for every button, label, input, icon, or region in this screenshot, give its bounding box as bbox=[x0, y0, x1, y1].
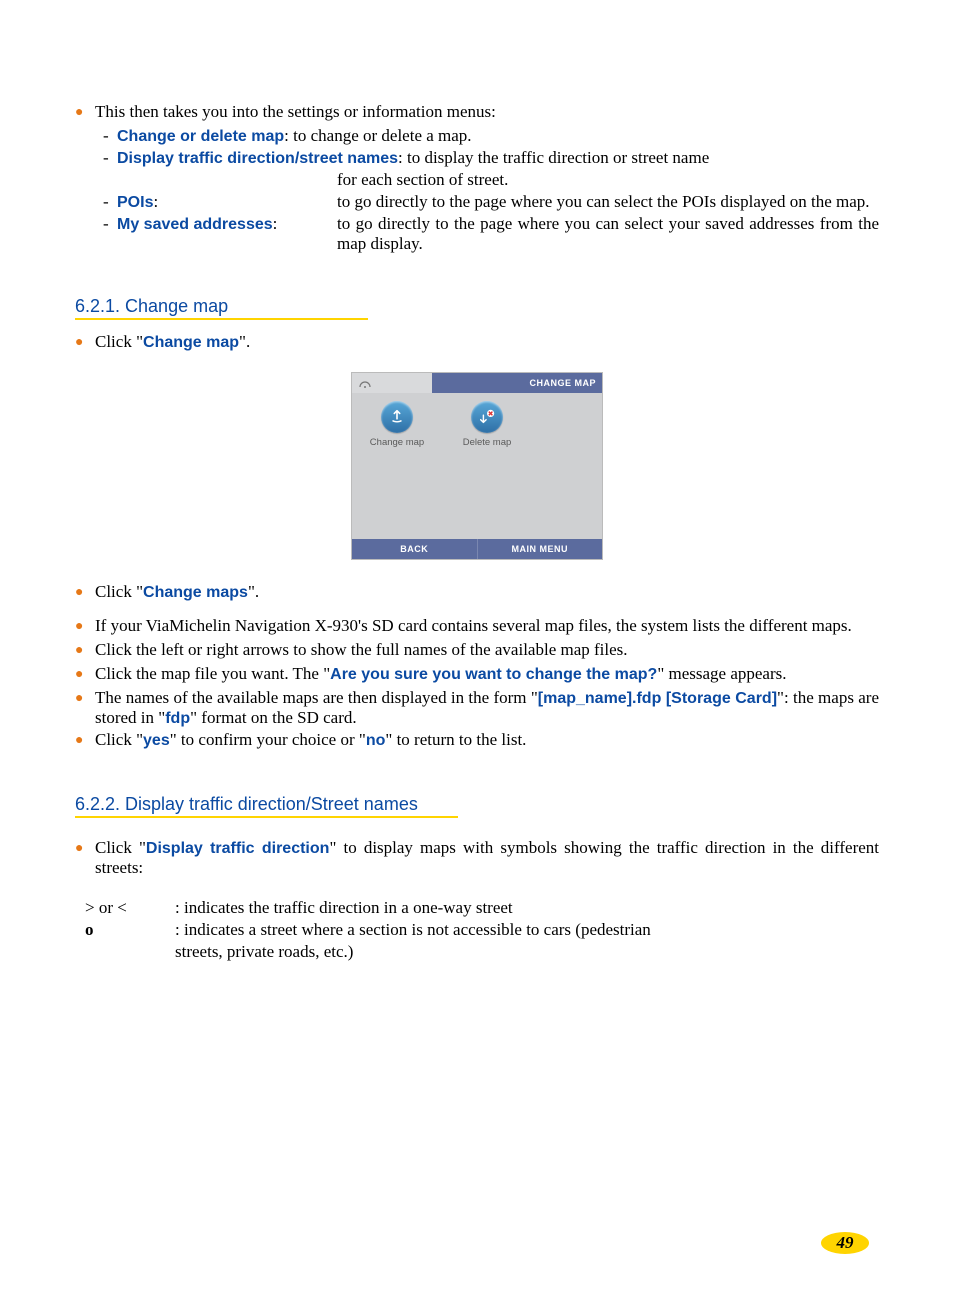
ui-label: Change maps bbox=[143, 584, 248, 601]
heading-621: 6.2.1. Change map bbox=[75, 296, 368, 320]
dash-icon: - bbox=[103, 192, 117, 212]
step: ● Click the map file you want. The "Are … bbox=[75, 664, 879, 686]
symbol-def-cont: streets, private roads, etc.) bbox=[85, 942, 879, 962]
menu-desc: to go directly to the page where you can… bbox=[337, 192, 879, 212]
step: ● Click "Change maps". bbox=[75, 582, 879, 604]
menu-item: - POIs: to go directly to the page where… bbox=[103, 192, 879, 212]
step: ● The names of the available maps are th… bbox=[75, 688, 879, 728]
step-text: Click the left or right arrows to show t… bbox=[95, 640, 879, 662]
screen-titlebar: CHANGE MAP bbox=[352, 373, 602, 393]
delete-map-icon bbox=[471, 401, 503, 433]
menu-term: Display traffic direction/street names bbox=[117, 150, 398, 167]
page-number: 49 bbox=[821, 1232, 869, 1254]
step: ● Click "Display traffic direction" to d… bbox=[75, 838, 879, 878]
symbol: o bbox=[85, 920, 175, 940]
step: ● If your ViaMichelin Navigation X-930's… bbox=[75, 616, 879, 638]
screen-footer: BACK MAIN MENU bbox=[352, 539, 602, 559]
menu-desc: to go directly to the page where you can… bbox=[337, 214, 879, 254]
symbol-desc: : indicates a street where a section is … bbox=[175, 920, 879, 940]
ui-label: no bbox=[366, 732, 386, 749]
ui-label: yes bbox=[143, 732, 170, 749]
button-label: Change map bbox=[362, 437, 432, 448]
delete-map-button[interactable]: Delete map bbox=[452, 401, 522, 448]
ui-label: Change map bbox=[143, 334, 239, 351]
step-text: If your ViaMichelin Navigation X-930's S… bbox=[95, 616, 879, 638]
bullet-icon: ● bbox=[75, 688, 95, 728]
menu-desc: to display the traffic direction or stre… bbox=[407, 148, 709, 167]
file-ext: fdp bbox=[165, 710, 190, 727]
menu-definitions: - Change or delete map: to change or del… bbox=[103, 126, 879, 254]
back-button[interactable]: BACK bbox=[352, 539, 478, 559]
menu-item: - Display traffic direction/street names… bbox=[103, 148, 879, 168]
ui-message: Are you sure you want to change the map? bbox=[330, 666, 657, 683]
change-map-screen: CHANGE MAP Change map Delete map BACK bbox=[351, 372, 603, 560]
dash-icon: - bbox=[103, 148, 117, 168]
menu-term: Change or delete map bbox=[117, 128, 284, 145]
intro-bullet: ● This then takes you into the settings … bbox=[75, 102, 879, 124]
main-menu-button[interactable]: MAIN MENU bbox=[478, 539, 603, 559]
status-icon bbox=[352, 373, 432, 393]
embedded-screenshot: CHANGE MAP Change map Delete map BACK bbox=[75, 372, 879, 560]
dash-icon: - bbox=[103, 214, 117, 254]
button-label: Delete map bbox=[452, 437, 522, 448]
bullet-icon: ● bbox=[75, 102, 95, 124]
ui-label: Display traffic direction bbox=[146, 840, 330, 857]
change-map-icon bbox=[381, 401, 413, 433]
change-map-button[interactable]: Change map bbox=[362, 401, 432, 448]
menu-item-cont: for each section of street. bbox=[103, 170, 879, 190]
step: ● Click "Change map". bbox=[75, 332, 879, 354]
step: ● Click the left or right arrows to show… bbox=[75, 640, 879, 662]
menu-desc: to change or delete a map. bbox=[293, 126, 471, 145]
screen-body: Change map Delete map bbox=[352, 393, 602, 539]
heading-622: 6.2.2. Display traffic direction/Street … bbox=[75, 794, 458, 818]
bullet-icon: ● bbox=[75, 640, 95, 662]
menu-item: - My saved addresses: to go directly to … bbox=[103, 214, 879, 254]
symbol-desc: : indicates the traffic direction in a o… bbox=[175, 898, 879, 918]
file-format: [map_name].fdp [Storage Card] bbox=[538, 690, 777, 707]
bullet-icon: ● bbox=[75, 616, 95, 638]
page-number-value: 49 bbox=[821, 1232, 869, 1254]
menu-item: - Change or delete map: to change or del… bbox=[103, 126, 879, 146]
bullet-icon: ● bbox=[75, 730, 95, 752]
menu-term: My saved addresses bbox=[117, 216, 273, 233]
bullet-icon: ● bbox=[75, 582, 95, 604]
dash-icon: - bbox=[103, 126, 117, 146]
bullet-icon: ● bbox=[75, 664, 95, 686]
manual-page: ● This then takes you into the settings … bbox=[0, 0, 954, 1304]
menu-term: POIs bbox=[117, 194, 153, 211]
bullet-icon: ● bbox=[75, 332, 95, 354]
intro-text: This then takes you into the settings or… bbox=[95, 102, 879, 124]
screen-title: CHANGE MAP bbox=[432, 373, 602, 393]
symbol: > or < bbox=[85, 898, 175, 918]
step: ● Click "yes" to confirm your choice or … bbox=[75, 730, 879, 752]
bullet-icon: ● bbox=[75, 838, 95, 878]
symbol-def: o : indicates a street where a section i… bbox=[85, 920, 879, 940]
symbol-desc: streets, private roads, etc.) bbox=[175, 942, 879, 962]
symbol-def: > or < : indicates the traffic direction… bbox=[85, 898, 879, 918]
menu-desc-cont: for each section of street. bbox=[337, 170, 879, 190]
